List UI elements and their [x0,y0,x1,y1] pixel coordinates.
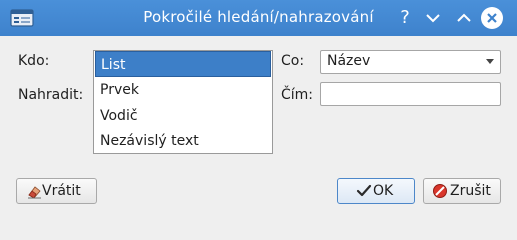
nahradit-label: Nahradit: [18,87,84,103]
help-button[interactable]: ? [393,6,417,30]
chevron-down-icon [426,14,440,23]
minimize-button[interactable] [421,6,445,30]
checkmark-icon [356,183,372,199]
vratit-label: Vrátit [42,183,81,199]
cim-input[interactable] [320,82,501,106]
cim-label: Čím: [281,87,314,103]
vratit-button[interactable]: Vrátit [16,178,97,204]
co-selected-value: Název [327,53,371,69]
co-label: Co: [281,53,305,69]
maximize-button[interactable] [452,6,476,30]
zrusit-label: Zrušit [450,183,491,199]
chevron-down-icon [486,59,494,64]
title-bar[interactable]: Pokročilé hledání/nahrazování ? [0,0,517,36]
list-item-nezavisly-text[interactable]: Nezávislý text [95,128,271,154]
zrusit-button[interactable]: Zrušit [423,178,501,204]
close-icon [487,13,497,23]
help-icon: ? [400,7,410,28]
list-item-prvek[interactable]: Prvek [95,77,271,103]
close-button[interactable] [481,7,503,29]
list-item-vodic[interactable]: Vodič [95,103,271,129]
co-combobox[interactable]: Název [320,50,501,74]
ok-button[interactable]: OK [337,178,415,204]
chevron-up-icon [457,13,471,22]
cancel-icon [432,183,448,199]
eraser-icon [27,183,43,199]
kdo-label: Kdo: [18,53,50,69]
kdo-listbox[interactable]: List Prvek Vodič Nezávislý text [93,50,273,154]
list-item-list[interactable]: List [95,51,271,77]
ok-label: OK [373,183,394,199]
advanced-search-replace-dialog: Pokročilé hledání/nahrazování ? Kdo: Nah… [0,0,517,220]
